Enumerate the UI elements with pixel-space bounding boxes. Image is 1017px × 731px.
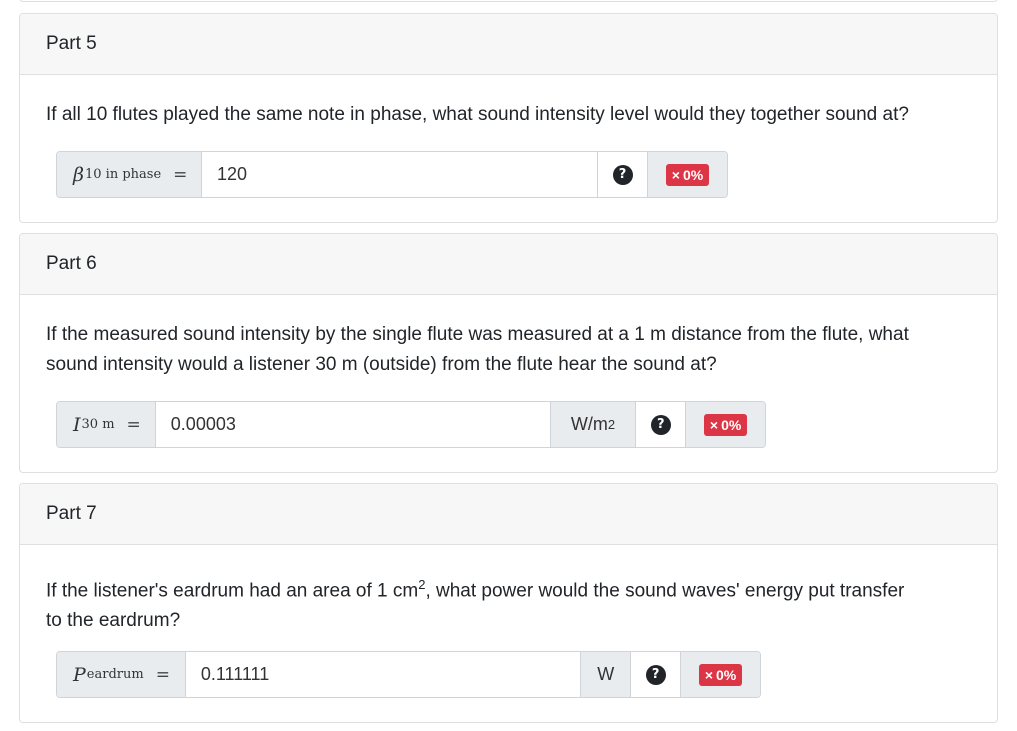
part-7-score: × 0%: [680, 652, 760, 697]
previous-card-edge: [19, 0, 998, 2]
part-7-answer-group: Peardrum = 0.111111 W ? × 0%: [56, 651, 761, 698]
part-6-help-button[interactable]: ?: [635, 402, 686, 447]
part-5-answer-group: β 10 in phase = 120 ? × 0%: [56, 151, 728, 198]
part-6-answer-input[interactable]: 0.00003: [155, 402, 550, 447]
part-7-question: If the listener's eardrum had an area of…: [46, 577, 905, 632]
part-7-variable-label: Peardrum =: [57, 652, 186, 697]
part-6-variable-label: I 30 m =: [57, 402, 156, 447]
part-5-card: Part 5 If all 10 flutes played the same …: [19, 13, 998, 223]
part-7-header: Part 7: [20, 484, 997, 545]
incorrect-score-badge: × 0%: [665, 163, 710, 186]
part-7-answer-input[interactable]: 0.111111: [185, 652, 581, 697]
cross-icon: ×: [671, 166, 680, 183]
part-5-answer-input[interactable]: 120: [202, 152, 597, 197]
part-5-score: × 0%: [647, 152, 727, 197]
cross-icon: ×: [704, 666, 714, 683]
question-mark-icon: ?: [650, 414, 671, 435]
part-6-unit: W/m 2: [549, 402, 636, 447]
part-5-header: Part 5: [20, 14, 997, 75]
part-6-card: Part 6 If the measured sound intensity b…: [19, 233, 998, 473]
part-6-answer-group: I 30 m = 0.00003 W/m 2 ? × 0%: [56, 401, 766, 448]
cross-icon: ×: [709, 416, 719, 433]
part-5-question: If all 10 flutes played the same note in…: [46, 104, 909, 125]
part-5-variable-label: β 10 in phase =: [57, 152, 202, 197]
incorrect-score-badge: × 0%: [698, 663, 743, 686]
part-7-help-button[interactable]: ?: [630, 652, 681, 697]
part-6-question: If the measured sound intensity by the s…: [46, 324, 909, 375]
part-5-help-button[interactable]: ?: [597, 152, 647, 197]
incorrect-score-badge: × 0%: [703, 413, 748, 436]
part-6-header: Part 6: [20, 234, 997, 295]
part-7-card: Part 7 If the listener's eardrum had an …: [19, 483, 998, 723]
question-mark-icon: ?: [645, 664, 666, 685]
part-7-unit: W: [580, 652, 631, 697]
part-6-score: × 0%: [685, 402, 765, 447]
question-mark-icon: ?: [612, 164, 633, 185]
